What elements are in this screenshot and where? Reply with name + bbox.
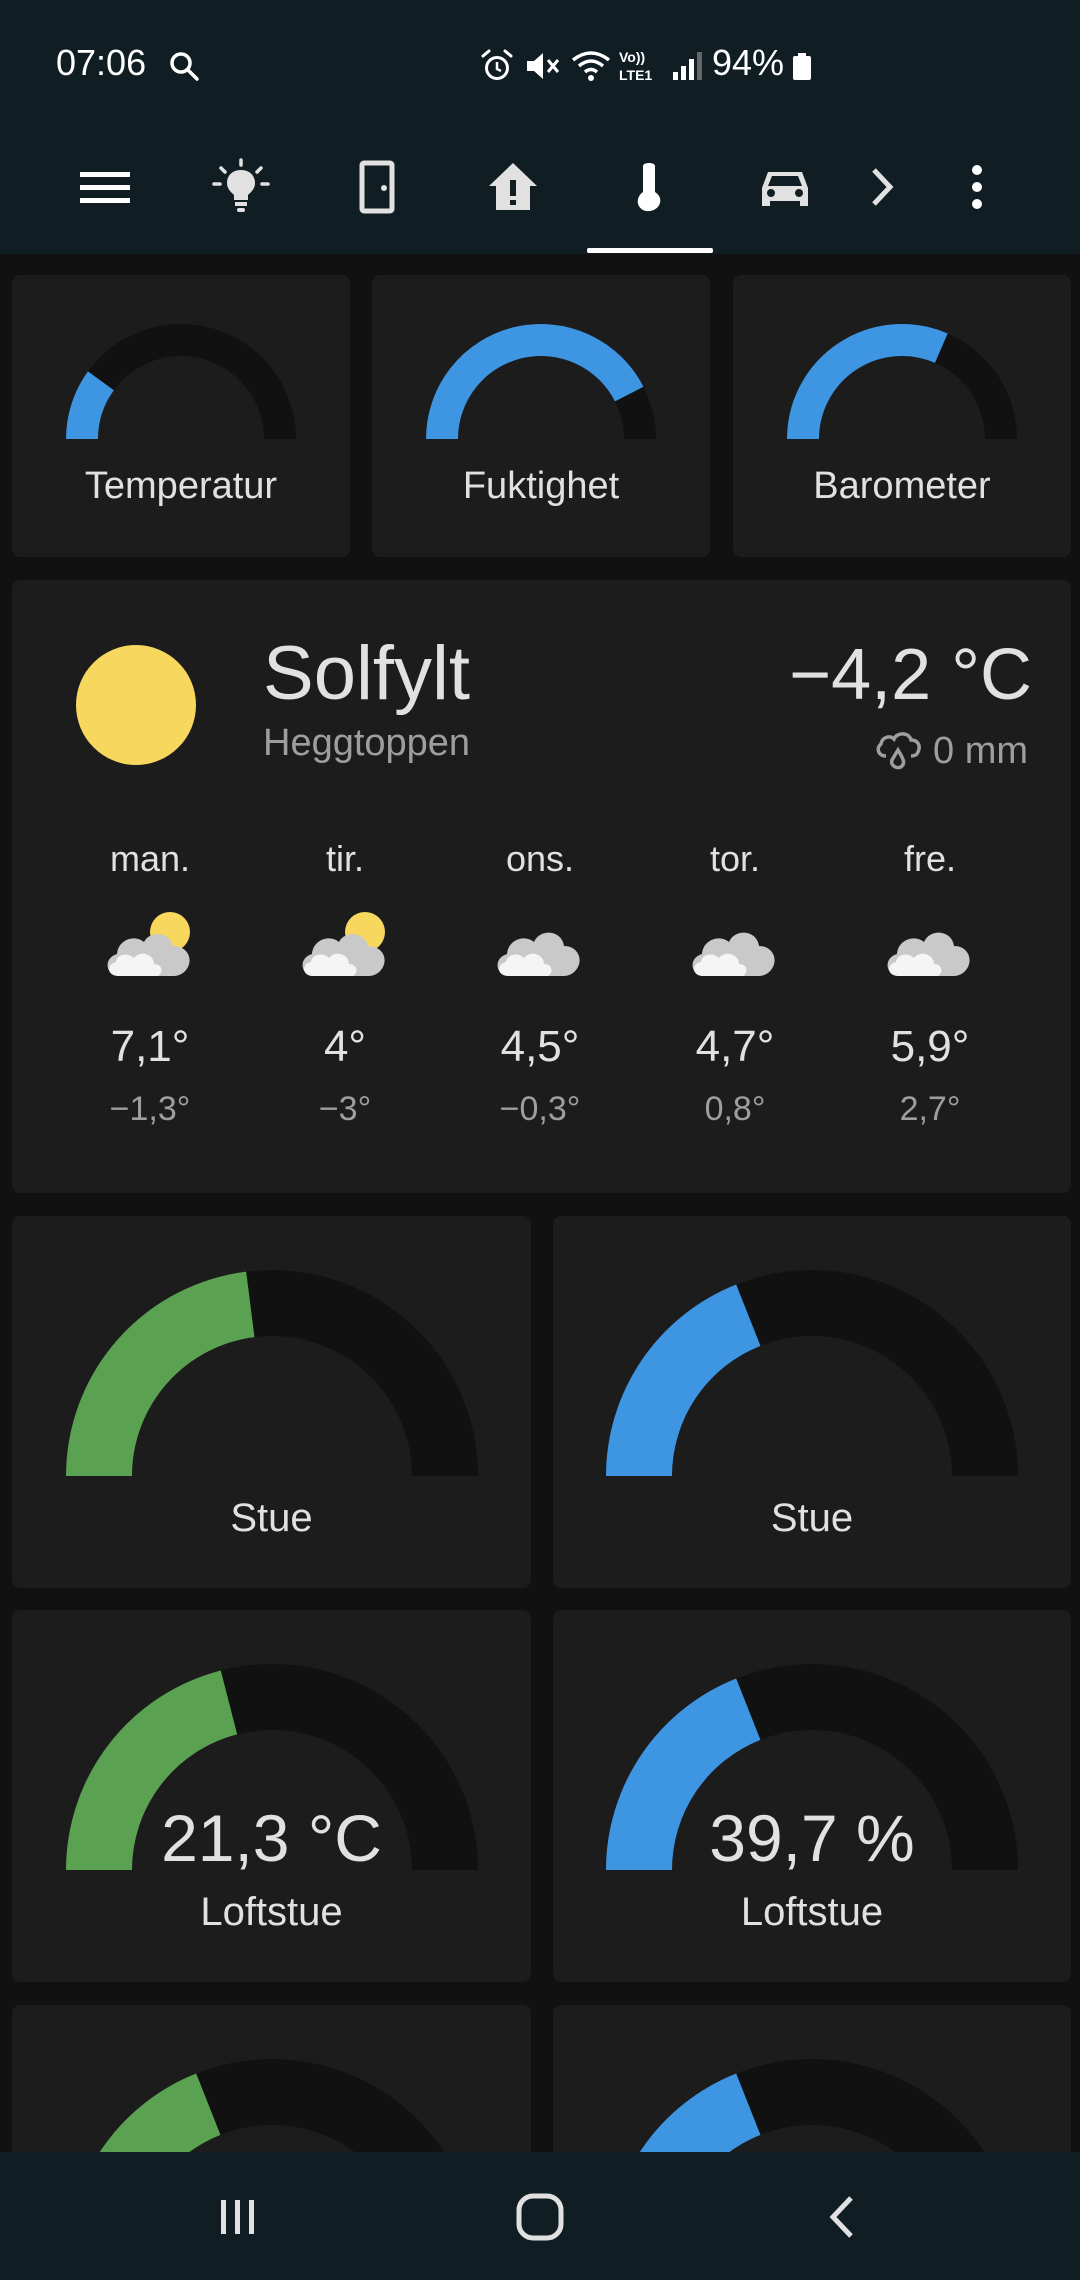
- tab-lights[interactable]: [181, 120, 301, 254]
- status-bar: 07:06 Vo)) LTE1 94%: [0, 0, 1080, 120]
- gauge-card-stue-temperature[interactable]: Stue: [12, 1216, 531, 1588]
- home-alert-icon: [489, 163, 537, 210]
- forecast-day-label: tor.: [709, 838, 761, 879]
- forecast-day-label: fre.: [903, 838, 956, 879]
- forecast-day: man. 7,1° −1,3°: [70, 838, 230, 1129]
- gauge-fill: [66, 1271, 256, 1477]
- gauge-card-stue-humidity[interactable]: Stue: [553, 1216, 1071, 1588]
- gauge-title: Barometer: [813, 465, 991, 507]
- forecast-day: ons. 4,5° −0,3°: [460, 838, 620, 1129]
- gauge-title: Temperatur: [84, 465, 278, 507]
- tab-doors[interactable]: [317, 120, 437, 254]
- cloudy-icon: [887, 932, 970, 976]
- door-icon: [359, 160, 395, 214]
- forecast-high: 5,9°: [890, 1022, 970, 1071]
- recents-icon: [221, 2200, 254, 2234]
- forecast-day-label: ons.: [505, 838, 575, 879]
- system-navigation-bar: [0, 2152, 1080, 2280]
- menu-icon: [80, 172, 130, 203]
- gauge-title: Fuktighet: [462, 465, 620, 507]
- gauge-stue-humidity: [606, 1270, 1018, 1477]
- view-tabs-toolbar: [0, 120, 1080, 254]
- forecast-day: tor. 4,7° 0,8°: [655, 838, 815, 1129]
- chevron-right-icon: [872, 168, 894, 206]
- volte-icon: Vo)) LTE1: [619, 49, 652, 83]
- forecast-high: 4,5°: [500, 1022, 580, 1071]
- battery-icon: [793, 53, 811, 80]
- svg-text:Vo)): Vo)): [619, 49, 645, 65]
- gauge-title: Loftstue: [740, 1890, 884, 1934]
- more-options-button[interactable]: [917, 120, 1037, 254]
- weather-condition: Solfylt: [263, 631, 470, 716]
- weather-location: Heggtoppen: [263, 722, 471, 764]
- gauge-value: 39,7 %: [709, 1801, 915, 1875]
- battery-percentage: 94%: [712, 42, 785, 83]
- weather-temperature: −4,2 °C: [789, 635, 1032, 715]
- gauge-fill: [66, 371, 115, 440]
- forecast-day: fre. 5,9° 2,7°: [850, 838, 1010, 1129]
- thermometer-icon: [637, 163, 661, 212]
- forecast-low: 2,7°: [899, 1090, 961, 1128]
- lightbulb-icon: [212, 158, 270, 212]
- forecast-day-label: tir.: [325, 838, 364, 879]
- more-vertical-icon: [972, 165, 982, 209]
- partly-cloudy-icon: [302, 912, 385, 976]
- forecast-day-label: man.: [109, 838, 191, 879]
- rain-cloud-icon: [876, 732, 921, 770]
- home-button[interactable]: [505, 2182, 575, 2252]
- search-icon: [170, 52, 199, 81]
- app-root: 07:06 Vo)) LTE1 94% Temperatur Fuktighet…: [0, 0, 1080, 2280]
- forecast-high: 7,1°: [110, 1022, 190, 1071]
- gauge-value: 21,3 °C: [161, 1801, 382, 1875]
- gauge-card-loftstue-temperature[interactable]: 21,3 °C Loftstue: [12, 1610, 531, 1982]
- forecast-low: 0,8°: [704, 1090, 766, 1128]
- gauge-humidity: [426, 324, 656, 440]
- gauge-title: Loftstue: [200, 1890, 343, 1934]
- gauge-card-loftstue-humidity[interactable]: 39,7 % Loftstue: [553, 1610, 1071, 1982]
- forecast-high: 4,7°: [695, 1022, 775, 1071]
- menu-button[interactable]: [45, 120, 165, 254]
- gauge-stue-temperature: [66, 1270, 478, 1477]
- gauge-card-humidity[interactable]: Fuktighet: [372, 275, 710, 557]
- recents-button[interactable]: [203, 2182, 273, 2252]
- forecast-low: −1,3°: [109, 1090, 191, 1128]
- car-icon: [762, 172, 808, 206]
- alarm-icon: [481, 49, 513, 80]
- gauge-title: Stue: [770, 1496, 854, 1540]
- forecast-high: 4°: [323, 1022, 367, 1071]
- back-button[interactable]: [807, 2182, 877, 2252]
- gauge-fill: [426, 324, 644, 440]
- forecast-low: −0,3°: [499, 1090, 581, 1128]
- mute-icon: [527, 53, 560, 79]
- sunny-icon: [76, 645, 196, 765]
- gauge-fill: [787, 324, 948, 440]
- svg-text:LTE1: LTE1: [619, 67, 652, 83]
- gauge-card-temperature[interactable]: Temperatur: [12, 275, 350, 557]
- gauge-fill: [606, 1284, 762, 1477]
- precipitation-value: 0 mm: [933, 729, 1028, 772]
- tab-security[interactable]: [453, 120, 573, 254]
- home-icon: [516, 2193, 564, 2241]
- gauge-temperature: [66, 324, 296, 440]
- cloudy-icon: [497, 932, 580, 976]
- gauge-title: Stue: [230, 1496, 313, 1540]
- wifi-calling-icon: [571, 51, 611, 81]
- active-tab-indicator: [587, 248, 713, 253]
- cloudy-icon: [692, 932, 775, 976]
- weather-precipitation: 0 mm: [873, 728, 1028, 774]
- partly-cloudy-icon: [107, 912, 190, 976]
- gauge-card-barometer[interactable]: Barometer: [733, 275, 1071, 557]
- back-icon: [829, 2196, 853, 2238]
- forecast-low: −3°: [318, 1090, 372, 1128]
- signal-icon: [673, 52, 702, 80]
- tab-climate[interactable]: [589, 120, 709, 254]
- status-time: 07:06: [56, 42, 147, 83]
- gauge-barometer: [787, 324, 1017, 440]
- forecast-day: tir. 4° −3°: [265, 838, 425, 1129]
